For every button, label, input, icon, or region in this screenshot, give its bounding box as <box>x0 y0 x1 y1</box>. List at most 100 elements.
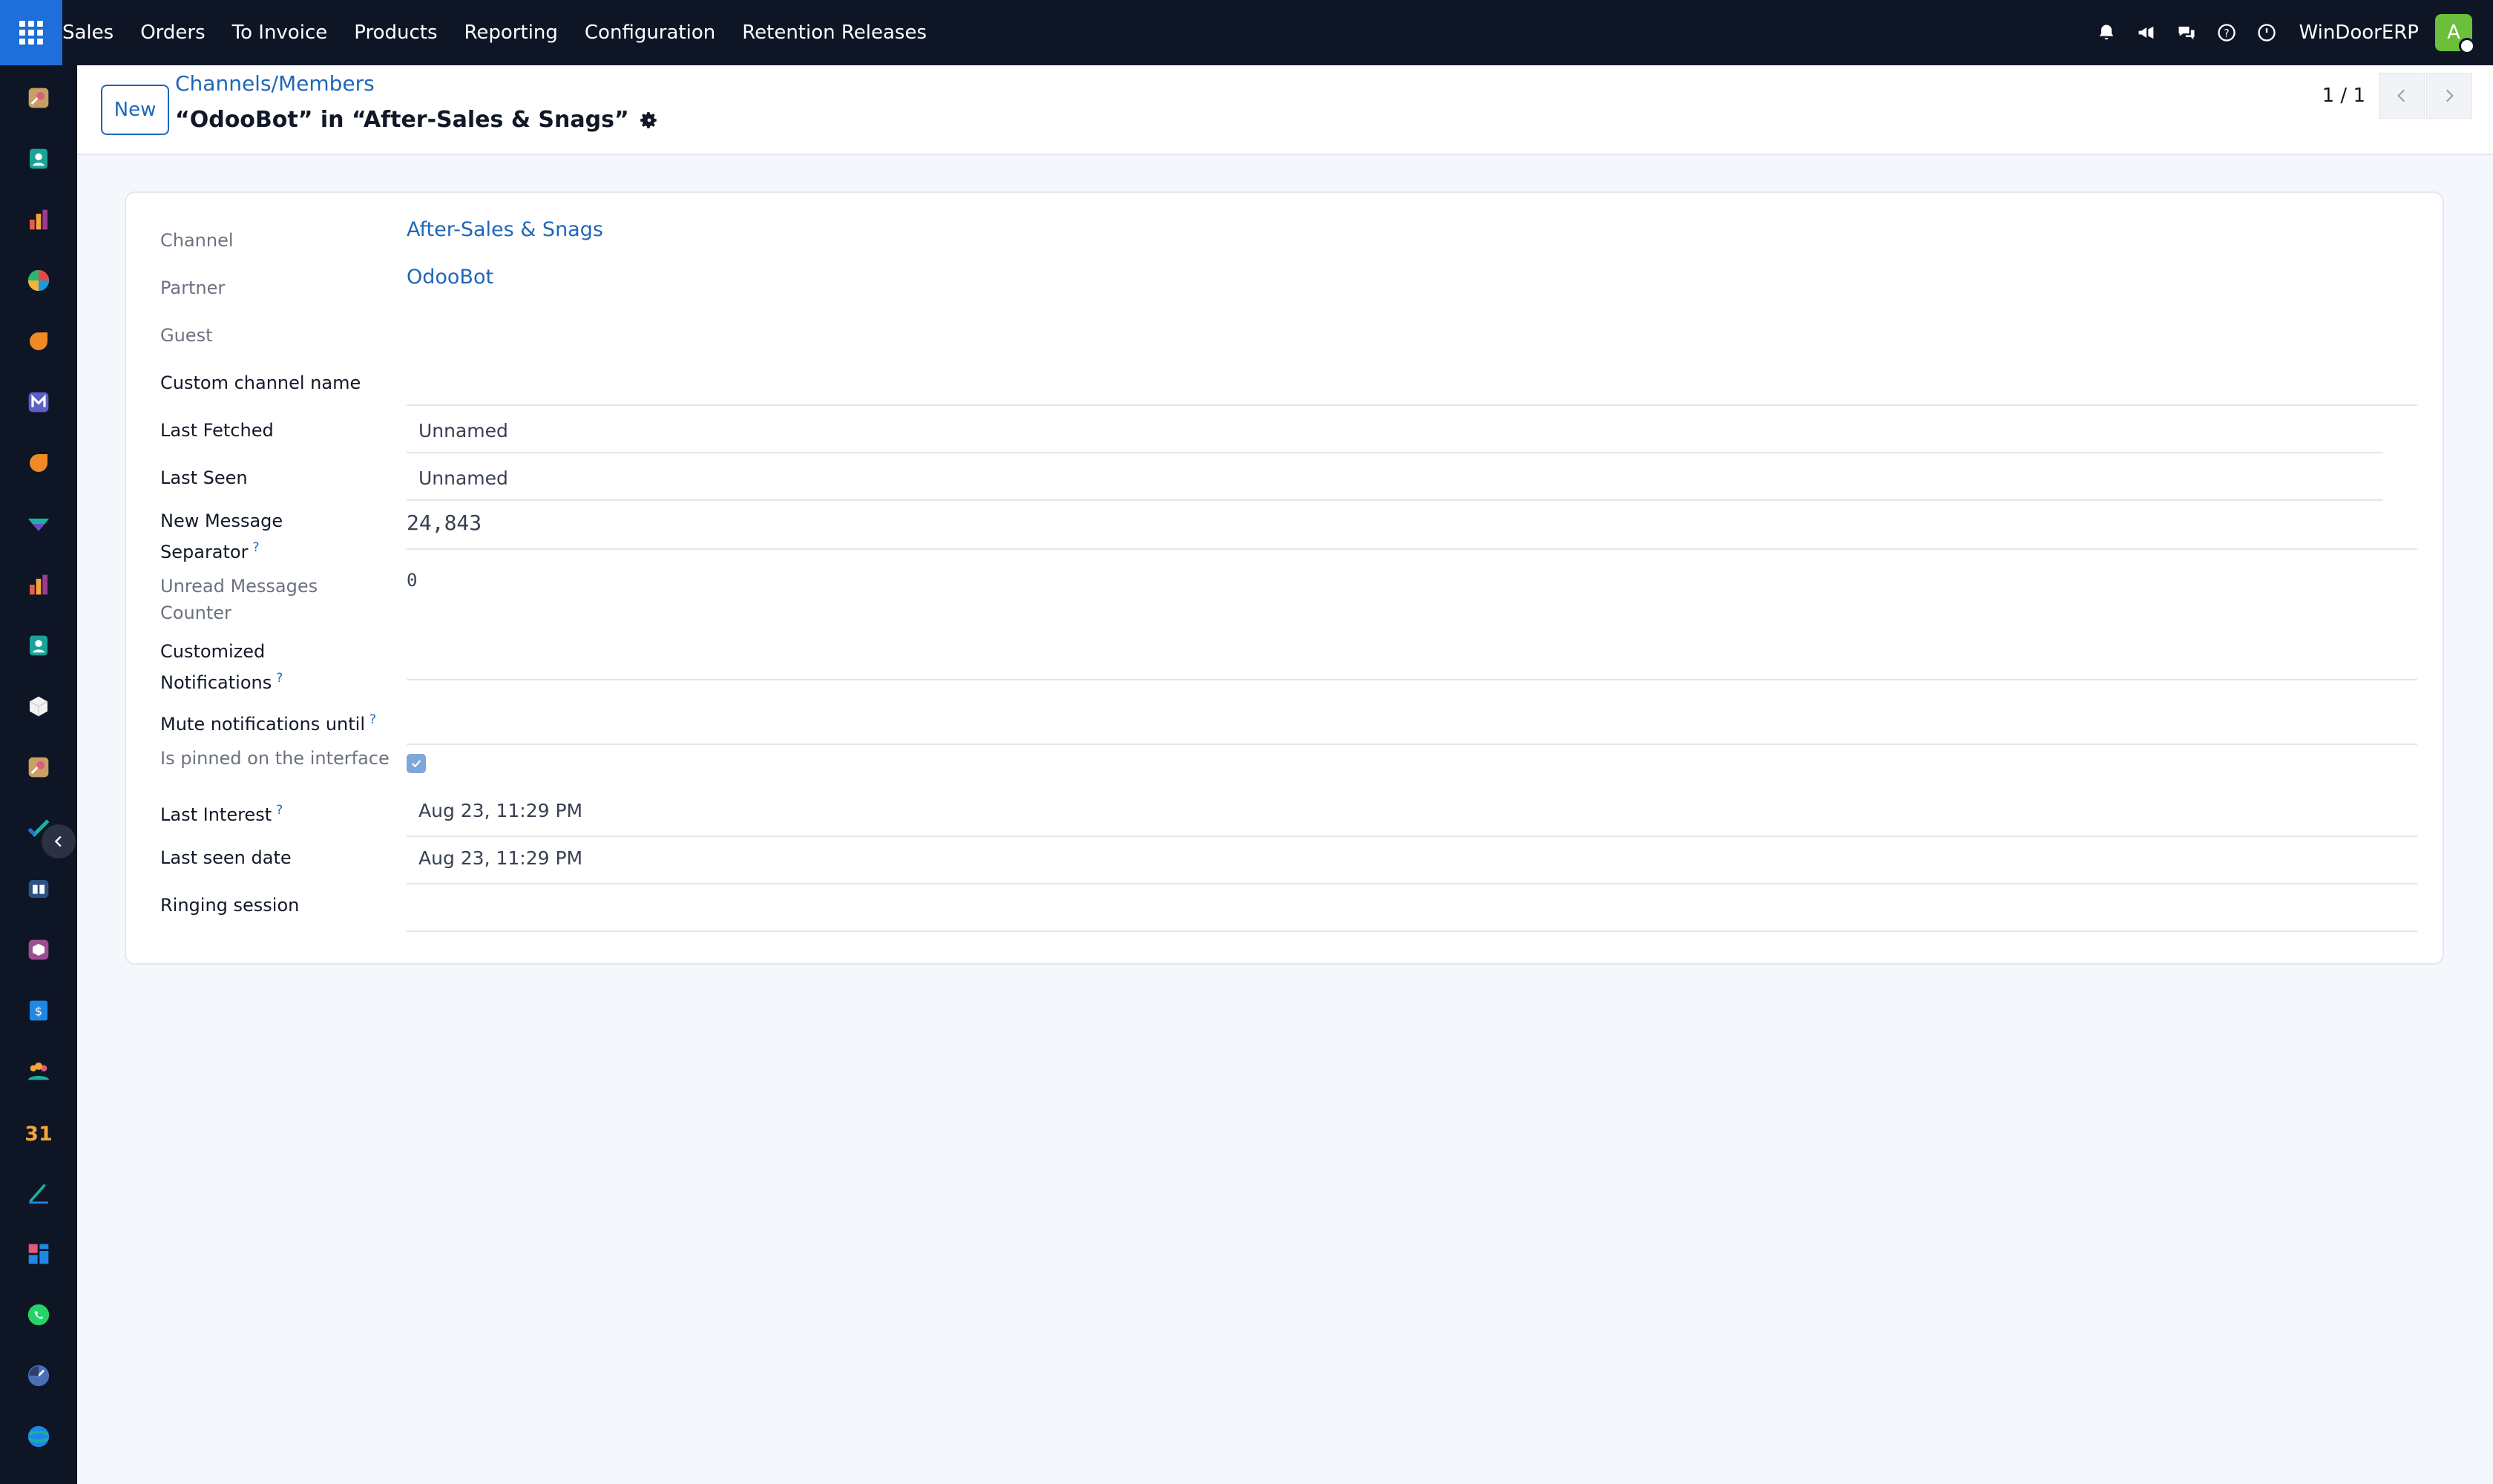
last-fetched-field[interactable]: Unnamed <box>418 420 508 441</box>
pager-next-button[interactable] <box>2426 73 2472 119</box>
discuss-app-icon[interactable] <box>22 325 55 358</box>
contacts-app-icon[interactable] <box>22 142 55 175</box>
page-title: “OdooBot” in “After-Sales & Snags” <box>175 107 659 133</box>
is-pinned-checkbox[interactable] <box>407 754 426 773</box>
partner-link[interactable]: OdooBot <box>407 266 493 289</box>
company-name[interactable]: WinDoorERP <box>2299 22 2419 44</box>
mute-until-label-text: Mute notifications until <box>160 714 365 735</box>
menu-configuration[interactable]: Configuration <box>571 0 729 65</box>
product-box-app-icon[interactable] <box>22 690 55 723</box>
new-message-separator-label-line1: New Message <box>160 510 283 531</box>
pager-value[interactable]: 1 / 1 <box>2322 85 2365 107</box>
last-interest-label-text: Last Interest <box>160 804 272 825</box>
last-interest-underline <box>407 835 2417 837</box>
menu-sales[interactable]: Sales <box>62 0 127 65</box>
timesheet-app-icon[interactable] <box>22 1359 55 1392</box>
new-button[interactable]: New <box>101 85 169 135</box>
user-avatar[interactable]: A <box>2435 14 2475 54</box>
knowledge-app-icon[interactable] <box>22 873 55 905</box>
partner-label: Partner <box>160 278 226 298</box>
last-fetched-label: Last Fetched <box>160 420 274 441</box>
invoicing-app-icon[interactable]: $ <box>22 994 55 1027</box>
customized-notifications-label: Customized Notifications? <box>160 638 283 696</box>
mute-until-underline <box>407 743 2417 745</box>
menu-orders[interactable]: Orders <box>127 0 218 65</box>
menu-retention-releases[interactable]: Retention Releases <box>729 0 940 65</box>
last-seen-date-field[interactable]: Aug 23, 11:29 PM <box>418 847 582 869</box>
new-message-separator-label: New Message Separator? <box>160 508 283 565</box>
pager: 1 / 1 <box>2322 73 2472 119</box>
last-interest-field[interactable]: Aug 23, 11:29 PM <box>418 800 582 821</box>
team-app-icon[interactable] <box>22 1055 55 1088</box>
help-tooltip-icon[interactable]: ? <box>276 671 283 686</box>
apps-grid-icon <box>19 21 43 45</box>
clock-icon[interactable] <box>2250 16 2283 49</box>
custom-channel-name-label: Custom channel name <box>160 372 361 393</box>
svg-text:$: $ <box>35 1005 42 1019</box>
apps-menu-button[interactable] <box>0 0 62 65</box>
customized-notifications-underline <box>407 679 2417 680</box>
svg-text:31: 31 <box>24 1123 52 1146</box>
channel-link[interactable]: After-Sales & Snags <box>407 218 603 241</box>
reporting-app-icon[interactable] <box>22 568 55 601</box>
customized-notifications-label-line1: Customized <box>160 641 266 662</box>
dashboard-app-icon[interactable] <box>22 264 55 297</box>
status-dot-icon <box>2459 38 2475 54</box>
guest-label: Guest <box>160 325 213 346</box>
last-seen-label: Last Seen <box>160 467 248 488</box>
systray: ? WinDoorERP A <box>2086 0 2493 65</box>
calendar-app-icon[interactable]: 31 <box>22 1116 55 1149</box>
last-seen-field[interactable]: Unnamed <box>418 467 508 489</box>
app-sidebar: $ 31 <box>0 65 77 1484</box>
inventory-box-app-icon[interactable] <box>22 933 55 966</box>
control-panel: New Channels/Members “OdooBot” in “After… <box>77 65 2493 155</box>
sign-app-icon[interactable] <box>22 1177 55 1209</box>
last-fetched-underline <box>407 452 2383 453</box>
whatsapp-app-icon[interactable] <box>22 1298 55 1331</box>
ringing-session-underline <box>407 930 2417 932</box>
help-tooltip-icon[interactable]: ? <box>252 540 259 555</box>
chevron-left-icon <box>2397 89 2405 102</box>
surveys-app-icon[interactable] <box>22 1420 55 1453</box>
help-icon[interactable]: ? <box>2210 16 2243 49</box>
project-app-icon[interactable] <box>22 812 55 844</box>
menu-products[interactable]: Products <box>341 0 450 65</box>
breadcrumb[interactable]: Channels/Members <box>175 71 375 96</box>
livechat-app-icon[interactable] <box>22 447 55 479</box>
unread-counter-value: 0 <box>407 570 418 591</box>
construction-app-icon[interactable] <box>22 82 55 114</box>
help-tooltip-icon[interactable]: ? <box>369 712 376 727</box>
new-message-separator-underline <box>407 548 2417 550</box>
reporting-app-icon[interactable] <box>22 203 55 236</box>
svg-text:?: ? <box>2224 27 2230 39</box>
new-message-separator-field[interactable]: 24,843 <box>407 510 482 535</box>
employees-app-icon[interactable] <box>22 629 55 662</box>
top-navbar: Sales Orders To Invoice Products Reporti… <box>0 0 2493 65</box>
bell-icon[interactable] <box>2090 16 2123 49</box>
last-interest-label: Last Interest? <box>160 797 283 828</box>
megaphone-icon[interactable] <box>2130 16 2163 49</box>
last-seen-underline <box>407 499 2383 501</box>
email-marketing-app-icon[interactable] <box>22 386 55 418</box>
custom-channel-name-underline <box>407 404 2417 406</box>
mute-until-label: Mute notifications until? <box>160 706 376 738</box>
checkmark-icon <box>411 760 421 768</box>
dashboard-app-icon[interactable] <box>22 1238 55 1270</box>
inventory-app-icon[interactable] <box>22 508 55 540</box>
form-sheet: Channel After-Sales & Snags Partner Odoo… <box>125 191 2444 965</box>
chat-icon[interactable] <box>2170 16 2203 49</box>
last-seen-date-underline <box>407 883 2417 884</box>
last-seen-date-label: Last seen date <box>160 847 292 868</box>
gear-icon[interactable] <box>640 111 659 130</box>
unread-counter-label-line2: Counter <box>160 603 231 623</box>
ringing-session-label: Ringing session <box>160 895 300 916</box>
customized-notifications-label-line2: Notifications <box>160 672 272 693</box>
menu-reporting[interactable]: Reporting <box>451 0 571 65</box>
menu-to-invoice[interactable]: To Invoice <box>219 0 341 65</box>
pager-previous-button[interactable] <box>2379 73 2425 119</box>
main-menu: Sales Orders To Invoice Products Reporti… <box>62 0 940 65</box>
unread-counter-label-line1: Unread Messages <box>160 576 318 597</box>
construction-app-icon[interactable] <box>22 751 55 784</box>
help-tooltip-icon[interactable]: ? <box>276 803 283 818</box>
channel-label: Channel <box>160 230 234 251</box>
